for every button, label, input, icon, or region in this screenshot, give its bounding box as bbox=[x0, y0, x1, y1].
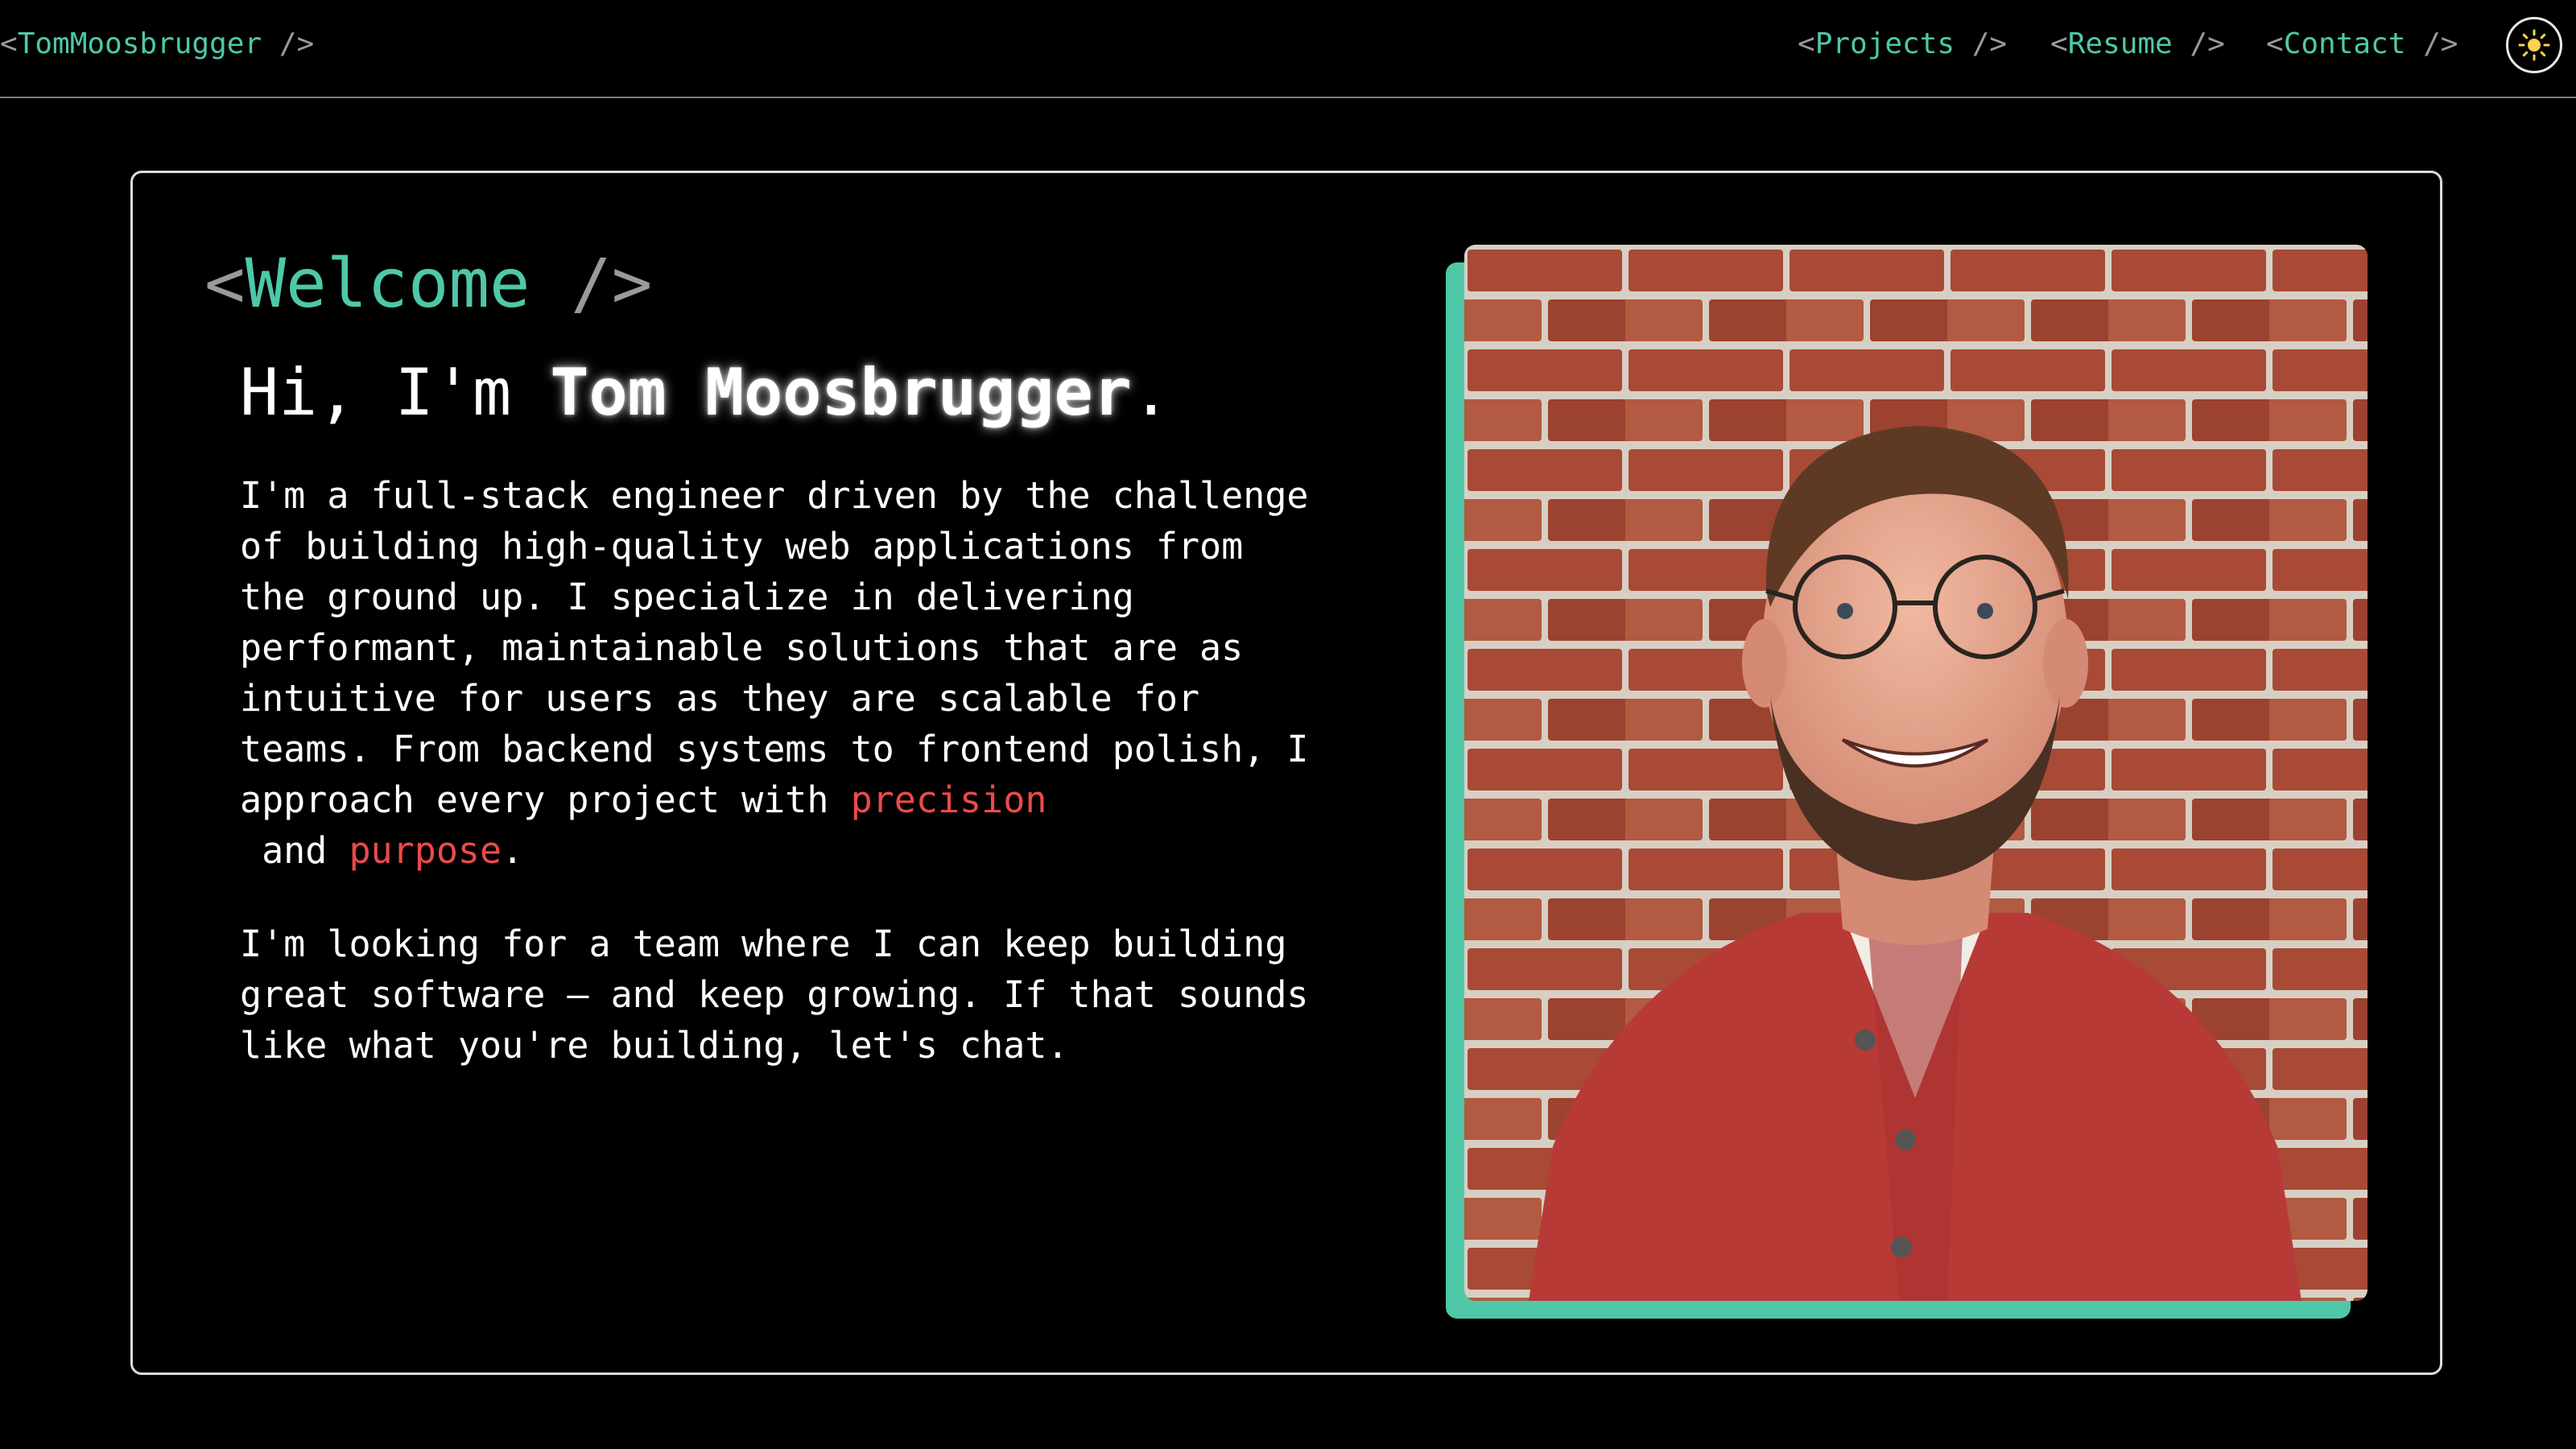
theme-toggle-button[interactable] bbox=[2506, 17, 2562, 73]
nav-link-projects[interactable]: <Projects /> bbox=[1798, 24, 2007, 64]
greeting-heading: Hi, I'm Tom Moosbrugger. bbox=[240, 353, 1170, 433]
nav-label-contact: Contact bbox=[2283, 27, 2406, 60]
greeting-prefix: Hi, I'm bbox=[240, 355, 551, 430]
intro-end: . bbox=[502, 829, 524, 872]
welcome-open-bracket: < bbox=[204, 244, 246, 323]
greeting-name: Tom Moosbrugger bbox=[550, 355, 1132, 430]
intro-text: I'm a full-stack engineer driven by the … bbox=[240, 474, 1309, 821]
portrait-illustration bbox=[1464, 245, 2368, 1301]
brand-open-bracket: < bbox=[0, 27, 18, 60]
portrait-photo bbox=[1464, 245, 2368, 1301]
nav-open-bracket: < bbox=[1798, 27, 1815, 60]
nav-close-bracket: /> bbox=[2172, 27, 2225, 60]
nav-open-bracket: < bbox=[2050, 27, 2068, 60]
intro-paragraph: I'm a full-stack engineer driven by the … bbox=[240, 470, 1319, 876]
greeting-suffix: . bbox=[1131, 355, 1170, 430]
highlight-precision: precision bbox=[850, 778, 1047, 821]
intro-joiner: and bbox=[240, 829, 349, 872]
nav-link-contact[interactable]: <Contact /> bbox=[2266, 24, 2458, 64]
nav-open-bracket: < bbox=[2266, 27, 2284, 60]
welcome-heading: <Welcome /> bbox=[204, 243, 652, 324]
nav-close-bracket: /> bbox=[1955, 27, 2008, 60]
sun-icon bbox=[2518, 29, 2550, 61]
nav-label-resume: Resume bbox=[2067, 27, 2173, 60]
nav-link-resume[interactable]: <Resume /> bbox=[2050, 24, 2225, 64]
brand-name: TomMoosbrugger bbox=[17, 27, 262, 60]
welcome-label: Welcome bbox=[245, 244, 530, 323]
welcome-close-bracket: /> bbox=[530, 244, 653, 323]
highlight-purpose: purpose bbox=[349, 829, 502, 872]
nav-close-bracket: /> bbox=[2405, 27, 2458, 60]
brand-close-bracket: /> bbox=[262, 27, 315, 60]
brand-logo-link[interactable]: <TomMoosbrugger /> bbox=[0, 24, 314, 64]
nav-label-projects: Projects bbox=[1814, 27, 1955, 60]
looking-paragraph: I'm looking for a team where I can keep … bbox=[240, 923, 1309, 1067]
top-navigation-bar: <TomMoosbrugger /> <Projects /> <Resume … bbox=[0, 0, 2576, 98]
